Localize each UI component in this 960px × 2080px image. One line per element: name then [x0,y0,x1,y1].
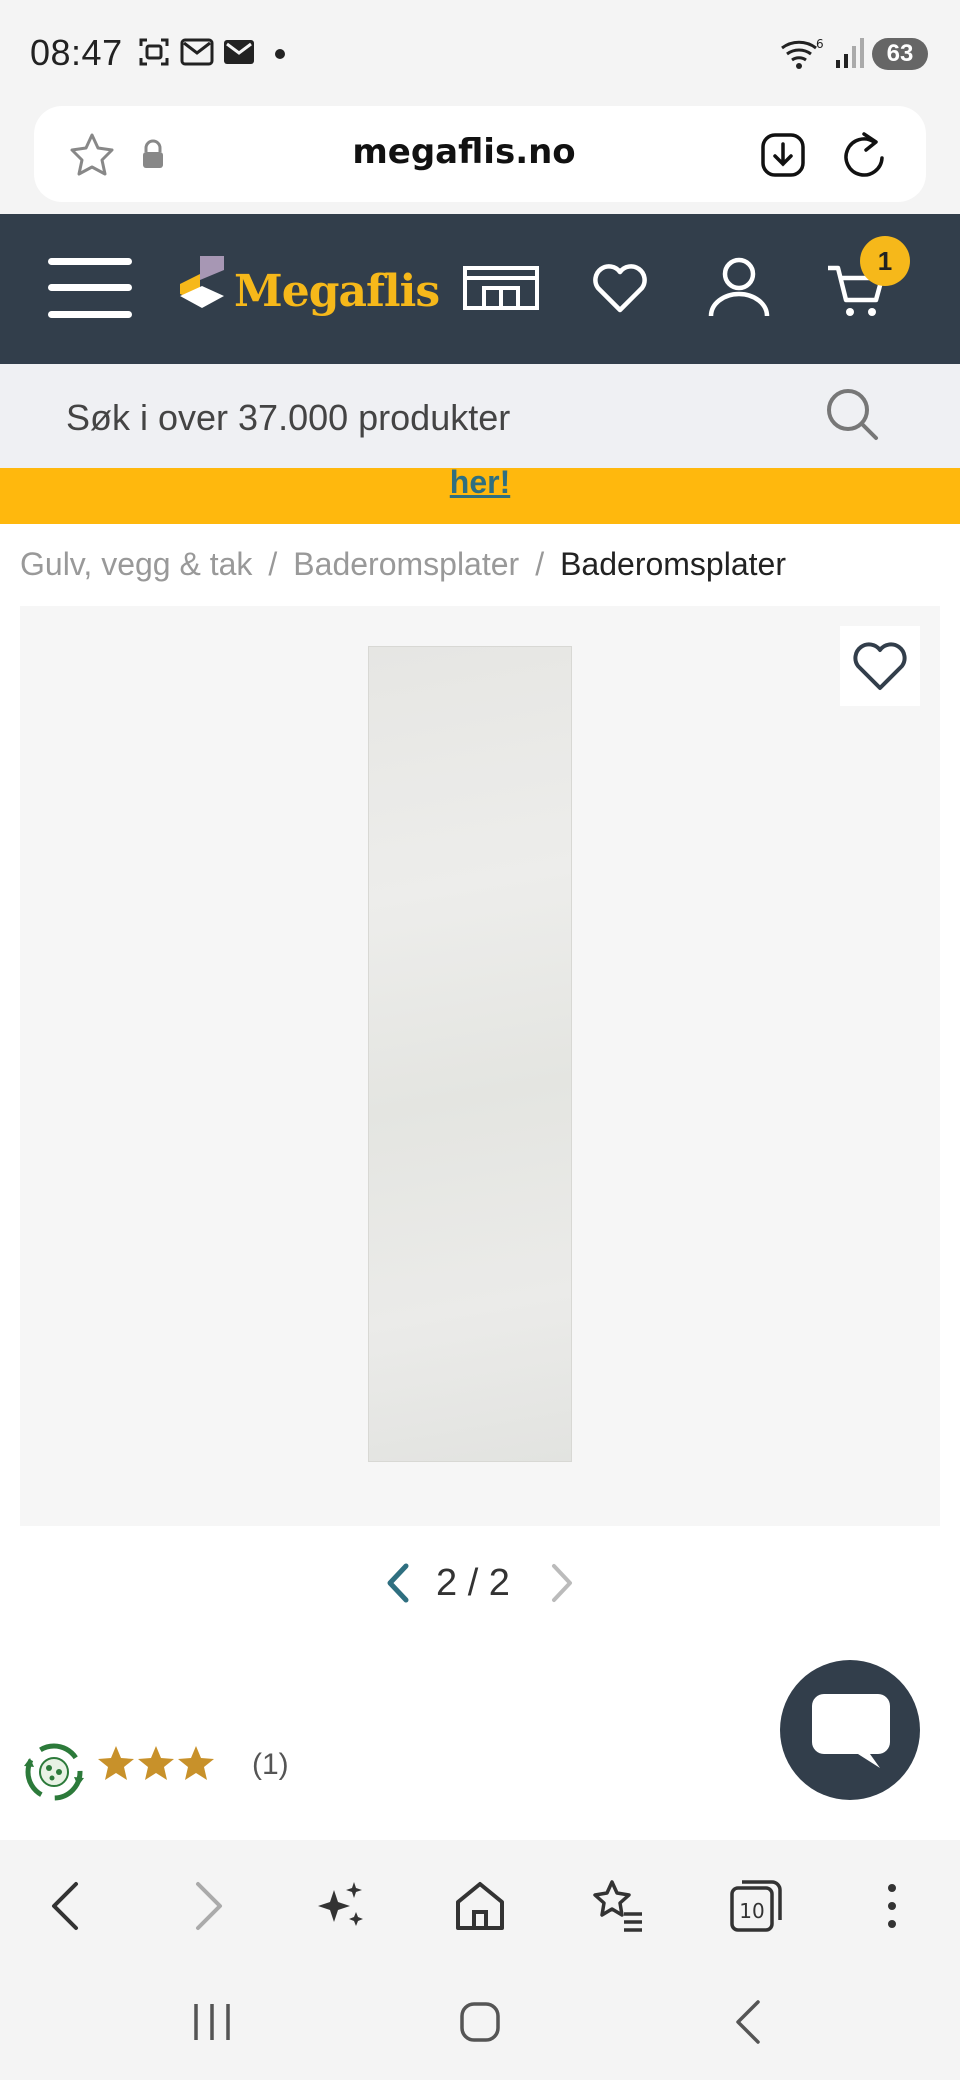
forward-icon[interactable] [176,1876,236,1936]
bookmarks-icon[interactable] [588,1876,648,1936]
more-icon[interactable] [862,1876,922,1936]
cart-count-badge: 1 [860,236,910,286]
home-button-icon[interactable] [456,1998,504,2046]
screenshot-icon [139,38,169,66]
reload-icon[interactable] [840,130,888,180]
search-bar [0,364,960,468]
recycle-badge-icon [24,1743,84,1801]
tabs-icon[interactable]: 10 [726,1876,786,1936]
logo[interactable]: Megaflis [234,266,440,317]
showroom-icon[interactable] [462,264,540,312]
site-header: Megaflis [0,214,960,364]
tab-count: 10 [739,1899,764,1923]
heart-icon [853,642,907,690]
chevron-left-icon[interactable] [384,1562,412,1604]
breadcrumb-item[interactable]: Gulv, vegg & tak [20,546,252,583]
promo-link[interactable]: her! [0,468,960,501]
url-bar[interactable]: megaflis.no [34,106,926,202]
breadcrumb-item[interactable]: Baderomsplater [293,546,519,583]
browser-bottom-bar: 10 [0,1840,960,1966]
status-bar: 08:47 6 63 [0,0,960,106]
dot-icon [275,49,285,59]
product-rating: (1) [18,1740,418,1801]
chevron-right-icon[interactable] [548,1562,576,1604]
review-count[interactable]: (1) [252,1748,289,1782]
svg-text:6: 6 [816,37,824,51]
wishlist-button[interactable] [840,626,920,706]
battery-indicator: 63 [872,38,928,70]
sparkle-icon[interactable] [312,1876,372,1936]
star-rating [98,1746,214,1780]
breadcrumb-separator: / [268,546,278,582]
signal-icon [836,38,864,68]
download-icon[interactable] [760,132,806,178]
logo-icon[interactable] [180,256,226,318]
home-icon[interactable] [450,1876,510,1936]
product-image[interactable] [368,646,572,1462]
search-input[interactable] [66,394,786,442]
chat-icon [812,1694,890,1768]
breadcrumb-separator: / [535,546,545,582]
heart-icon[interactable] [592,262,648,314]
breadcrumb: Gulv, vegg & tak / Baderomsplater / Baderoms… [20,546,786,583]
recent-apps-icon[interactable] [188,1998,236,2046]
gallery-pager: 2 / 2 [380,1558,580,1608]
pager-text: 2 / 2 [436,1562,510,1604]
breadcrumb-current: Baderomsplater [560,546,786,582]
system-navigation-bar [0,1966,960,2080]
menu-icon[interactable] [48,256,132,320]
mail-filled-icon [224,40,254,64]
system-back-icon[interactable] [726,1998,774,2046]
wifi-6-icon: 6 [781,37,824,69]
promo-banner: her! [0,468,960,524]
status-time: 08:47 [30,32,123,73]
browser-toolbar: megaflis.no [0,106,960,214]
search-icon[interactable] [826,388,880,442]
back-icon[interactable] [38,1876,98,1936]
user-icon[interactable] [708,256,770,318]
chat-button[interactable] [780,1660,920,1800]
product-gallery[interactable] [20,606,940,1526]
mail-icon [180,38,214,66]
